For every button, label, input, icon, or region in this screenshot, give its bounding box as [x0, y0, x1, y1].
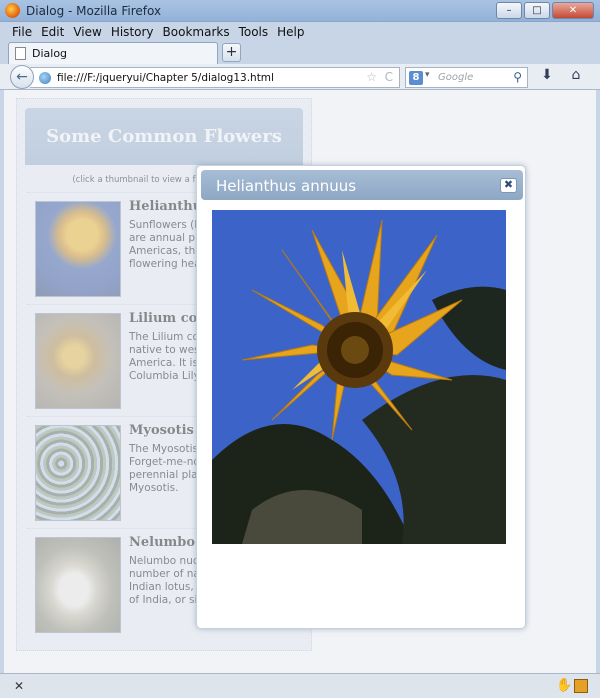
home-icon[interactable]: ⌂: [567, 67, 585, 85]
window-controls: – □ ✕: [496, 2, 594, 19]
menu-history[interactable]: History: [107, 22, 159, 41]
chevron-down-icon[interactable]: ▾: [425, 70, 430, 80]
tab-dialog[interactable]: Dialog: [8, 42, 218, 64]
thumbnail-lily[interactable]: [35, 313, 121, 409]
page-title: Some Common Flowers: [46, 126, 282, 147]
back-button[interactable]: ←: [10, 65, 34, 89]
tab-bar: Dialog +: [0, 41, 600, 64]
new-tab-button[interactable]: +: [222, 43, 241, 62]
firefox-icon: [5, 3, 20, 18]
menu-bar: File Edit View History Bookmarks Tools H…: [0, 22, 600, 41]
menu-help[interactable]: Help: [273, 22, 309, 41]
thumbnail-sunflower[interactable]: [35, 201, 121, 297]
search-icon[interactable]: ⚲: [513, 70, 522, 84]
site-identity-icon[interactable]: [39, 72, 51, 84]
window-titlebar: Dialog - Mozilla Firefox – □ ✕: [0, 0, 600, 22]
close-addon-bar-icon[interactable]: ✕: [14, 679, 24, 693]
minimize-button[interactable]: –: [496, 2, 522, 19]
reload-icon[interactable]: C: [385, 70, 393, 84]
url-bar[interactable]: file:///F:/jqueryui/Chapter 5/dialog13.h…: [30, 67, 400, 88]
tab-label: Dialog: [32, 47, 68, 60]
window-title: Dialog - Mozilla Firefox: [26, 4, 162, 18]
search-engine-icon[interactable]: 8: [409, 71, 423, 85]
dialog-title: Helianthus annuus: [216, 177, 357, 195]
flowers-header: Some Common Flowers: [25, 108, 303, 165]
status-bar: ✕ ✋: [0, 673, 600, 698]
menu-edit[interactable]: Edit: [37, 22, 69, 41]
search-input[interactable]: Google: [438, 72, 473, 83]
page-viewport: Some Common Flowers (click a thumbnail t…: [4, 90, 596, 673]
thumbnail-forget-me-not[interactable]: [35, 425, 121, 521]
bookmark-star-icon[interactable]: ☆: [366, 70, 377, 84]
menu-view[interactable]: View: [69, 22, 106, 41]
addon-icon[interactable]: [574, 679, 588, 693]
dialog-close-button[interactable]: ✖: [500, 178, 517, 193]
image-dialog[interactable]: Helianthus annuus ✖: [196, 165, 526, 629]
download-icon[interactable]: ⬇: [538, 67, 556, 85]
sunflower-image: [212, 210, 506, 544]
thumbnail-lotus[interactable]: [35, 537, 121, 633]
url-text[interactable]: file:///F:/jqueryui/Chapter 5/dialog13.h…: [57, 72, 274, 84]
dialog-titlebar[interactable]: Helianthus annuus ✖: [201, 170, 523, 200]
search-box[interactable]: 8 ▾ Google ⚲: [405, 67, 528, 88]
maximize-button[interactable]: □: [524, 2, 550, 19]
menu-tools[interactable]: Tools: [235, 22, 274, 41]
dialog-image-sunflower: [212, 210, 506, 544]
hand-icon[interactable]: ✋: [556, 678, 572, 693]
page-icon: [15, 47, 26, 60]
menu-file[interactable]: File: [8, 22, 37, 41]
navigation-bar: file:///F:/jqueryui/Chapter 5/dialog13.h…: [0, 64, 600, 90]
menu-bookmarks[interactable]: Bookmarks: [159, 22, 235, 41]
close-button[interactable]: ✕: [552, 2, 594, 19]
